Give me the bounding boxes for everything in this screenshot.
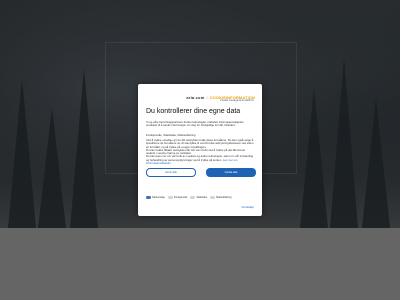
reject-wrapper: Avvis alle (146, 168, 196, 177)
toggle-switch[interactable] (190, 195, 196, 199)
purposes-text: Funksjonelle, Statistiske, Markedsføring (146, 133, 196, 137)
toggle-marketing[interactable]: Markedsføring (210, 195, 232, 199)
toggle-functional[interactable]: Funksjonelle (167, 195, 188, 199)
logo-main-text: arla.com (186, 94, 205, 100)
toggle-switch[interactable] (210, 195, 216, 199)
toggle-switch[interactable] (167, 195, 173, 199)
logo-subtitle: Cookie management platform (219, 99, 254, 102)
dialog-title: Du kontrollerer dine egne data (146, 108, 241, 115)
cookie-consent-dialog: arla.com / COOKIEINFORMATION Cookie mana… (138, 84, 262, 216)
accept-all-button[interactable]: Godta alle (206, 168, 256, 177)
purpose-toggles: Nødvendige Funksjonelle Statistiske Mark… (146, 194, 254, 200)
show-details-link[interactable]: Vis detaljer (241, 206, 254, 209)
toggle-label: Statistiske (196, 195, 208, 199)
intro-text: Vi og våre forretningspartnere bruker te… (146, 120, 244, 128)
toggle-switch[interactable] (146, 195, 151, 199)
logo-separator: / (206, 94, 208, 100)
toggle-label: Markedsføring (216, 195, 232, 199)
toggle-necessary[interactable]: Nødvendige (146, 195, 165, 199)
details-text: Ved å trykke «Godta» gir du ditt samtykk… (146, 138, 254, 165)
toggle-label: Funksjonelle (173, 195, 188, 199)
accept-wrapper: Godta alle (206, 168, 256, 177)
toggle-label: Nødvendige (152, 195, 165, 199)
more-info-paragraph: Du kan lese mer om vår bruk av cookies o… (146, 155, 254, 165)
reject-all-button[interactable]: Avvis alle (146, 168, 196, 177)
toggle-statistics[interactable]: Statistiske (190, 195, 208, 199)
